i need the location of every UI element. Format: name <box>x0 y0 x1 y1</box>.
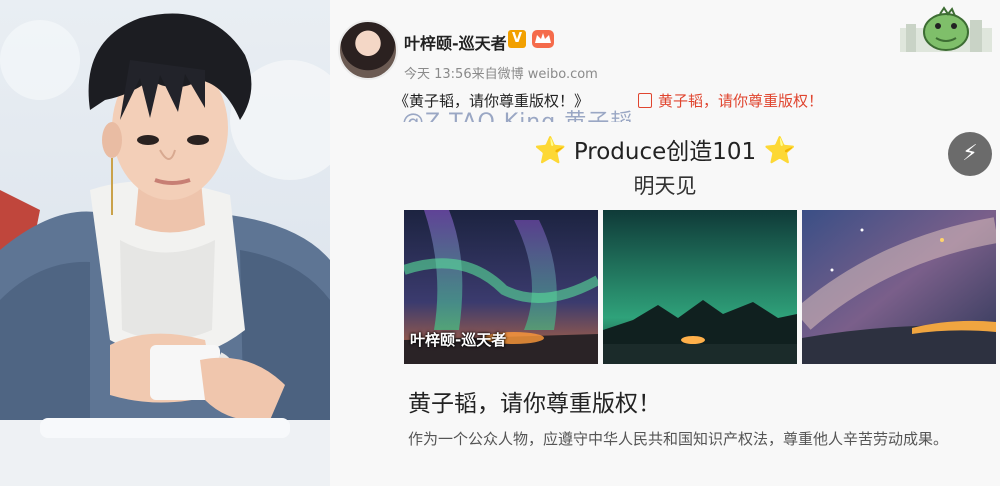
article-body: 作为一个公众人物，应遵守中华人民共和国知识产权法，尊重他人辛苦劳动成果。 <box>408 430 949 448</box>
verified-badge-icon: V <box>508 30 526 48</box>
weibo-post: 叶梓颐-巡天者 V 今天 13:56来自微博 weibo.com 《黄子韬，请你… <box>330 0 1000 486</box>
vip-badge-icon <box>532 30 554 48</box>
avatar[interactable] <box>338 20 398 80</box>
article-title[interactable]: 黄子韬，请你尊重版权！ <box>408 384 661 418</box>
person-photo <box>0 0 330 486</box>
lightning-icon[interactable]: ⚡ <box>948 132 992 176</box>
post-subline: 明天见 <box>633 174 697 198</box>
star-icon: ⭐ <box>534 136 567 166</box>
photo-thumbnail[interactable] <box>603 210 797 364</box>
headline-text: Produce创造101 <box>573 139 757 165</box>
photo-thumbnail[interactable]: 叶梓颐-巡天者 <box>404 210 598 364</box>
user-name[interactable]: 叶梓颐-巡天者 <box>404 30 507 54</box>
thumbnail-watermark: 叶梓颐-巡天者 <box>410 331 507 349</box>
repost-link-label: 黄子韬，请你尊重版权！ <box>658 92 824 110</box>
photo-thumbnail[interactable] <box>802 210 996 364</box>
post-headline: ⭐ Produce创造101 ⭐ <box>330 132 1000 166</box>
repost-link[interactable]: 黄子韬，请你尊重版权！ <box>638 90 823 111</box>
person-illustration <box>0 13 330 486</box>
post-meta: 今天 13:56来自微博 weibo.com <box>404 67 598 82</box>
star-icon: ⭐ <box>763 136 796 166</box>
cut-off-mention: @Z.TAO King 黄子韬... <box>402 106 657 122</box>
dinosaur-sticker-icon <box>900 6 992 52</box>
